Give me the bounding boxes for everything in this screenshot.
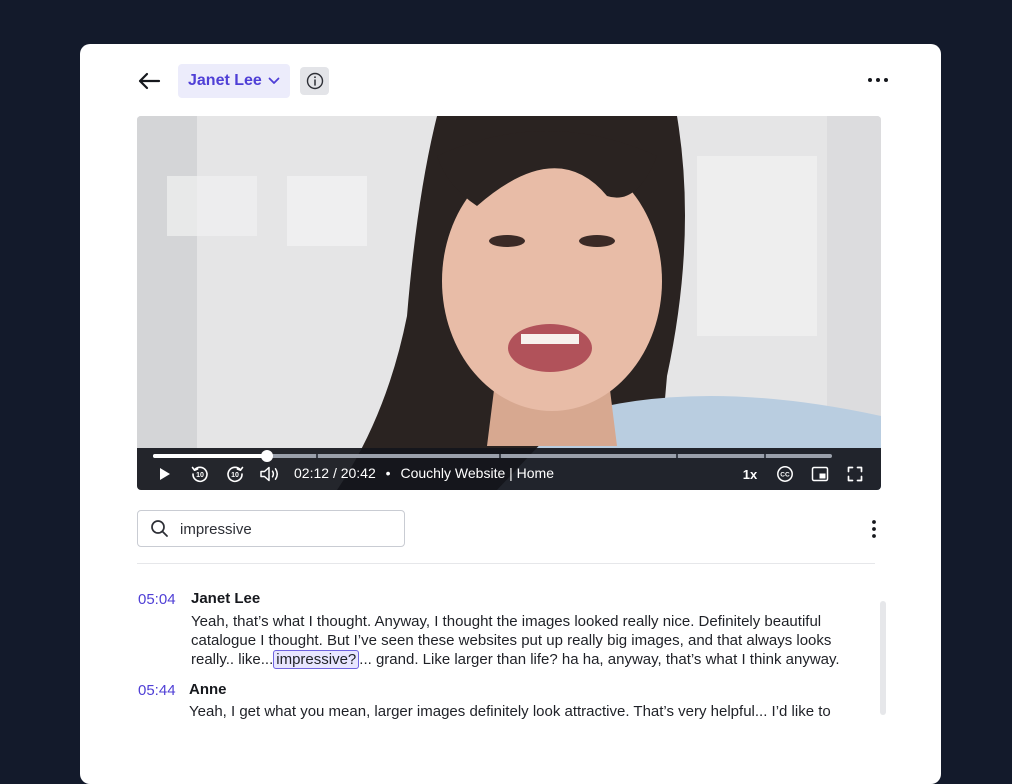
more-horizontal-icon [868, 78, 888, 82]
search-input[interactable] [178, 518, 392, 540]
arrow-left-icon [138, 72, 161, 90]
entry-timestamp[interactable]: 05:04 [138, 591, 176, 608]
progress-bar[interactable] [153, 450, 832, 462]
entry-speaker: Anne [189, 681, 227, 698]
chapter-marker [764, 454, 767, 458]
source-title: Couchly Website | Home [400, 465, 555, 481]
captions-icon: CC [777, 466, 793, 482]
entry-text-line: Yeah, I get what you mean, larger images… [189, 703, 831, 720]
entry-text-line: catalogue I thought. But I’ve seen these… [191, 632, 832, 649]
picture-in-picture-button[interactable] [809, 464, 831, 484]
rewind-10-button[interactable]: 10 [189, 464, 211, 484]
speaker-select-label: Janet Lee [188, 72, 262, 89]
section-divider [137, 563, 875, 564]
forward-10-icon: 10 [227, 466, 244, 483]
play-button[interactable] [157, 464, 173, 484]
svg-text:CC: CC [780, 472, 790, 479]
more-vertical-icon [872, 520, 876, 538]
transcript-entry: 05:44 Anne Yeah, I get what you mean, la… [137, 674, 877, 734]
entry-text-segment: ... grand. Like larger than life? ha ha,… [359, 651, 840, 668]
transcript-entry: 05:04 Janet Lee Yeah, that’s what I thou… [137, 582, 877, 669]
playback-speed-button[interactable]: 1x [739, 464, 761, 484]
fullscreen-icon [847, 466, 863, 482]
card-header: Janet Lee [80, 44, 941, 116]
entry-text-line: Yeah, that’s what I thought. Anyway, I t… [191, 613, 822, 630]
entry-speaker: Janet Lee [191, 590, 261, 607]
duration-time: 20:42 [340, 465, 376, 481]
time-separator: / [332, 465, 337, 481]
search-icon [151, 520, 168, 537]
search-match-highlight[interactable]: impressive? [273, 650, 360, 669]
transcript-options-button[interactable] [864, 518, 884, 540]
player-controls: 10 10 02:12 / 20:42 • Couchly Website | … [137, 448, 881, 490]
svg-text:10: 10 [196, 472, 204, 479]
video-player[interactable]: 10 10 02:12 / 20:42 • Couchly Website | … [137, 116, 881, 490]
speaker-select-button[interactable]: Janet Lee [178, 64, 290, 98]
entry-text-line: really.. like... impressive?... grand. Li… [191, 650, 840, 669]
fullscreen-button[interactable] [844, 464, 866, 484]
forward-10-button[interactable]: 10 [224, 464, 246, 484]
progress-scrubber[interactable] [261, 450, 274, 462]
play-icon [160, 468, 170, 480]
entry-text-segment: really.. like... [191, 651, 274, 668]
transcript-list: 05:04 Janet Lee Yeah, that’s what I thou… [137, 582, 877, 762]
chapter-marker [499, 454, 502, 458]
more-options-button[interactable] [864, 70, 892, 90]
volume-button[interactable] [259, 464, 281, 484]
progress-fill [153, 454, 268, 458]
transcript-search[interactable] [137, 510, 405, 547]
transcript-scrollbar[interactable] [880, 601, 886, 715]
info-icon [306, 72, 323, 90]
player-time-info: 02:12 / 20:42 • Couchly Website | Home [294, 465, 554, 481]
chevron-down-icon [268, 77, 280, 84]
video-frame-image [137, 116, 881, 490]
back-button[interactable] [136, 68, 162, 94]
rewind-10-icon: 10 [191, 466, 208, 483]
chapter-marker [675, 454, 678, 458]
captions-button[interactable]: CC [774, 464, 796, 484]
current-time: 02:12 [294, 465, 330, 481]
picture-in-picture-icon [811, 466, 829, 482]
volume-icon [260, 466, 278, 482]
bullet-separator: • [385, 465, 391, 481]
svg-text:10: 10 [231, 472, 239, 479]
chapter-marker [315, 454, 318, 458]
transcript-card: Janet Lee 10 10 02:12 / 20:42 • Couchly … [80, 44, 941, 784]
info-button[interactable] [300, 67, 329, 95]
entry-timestamp[interactable]: 05:44 [138, 682, 176, 699]
